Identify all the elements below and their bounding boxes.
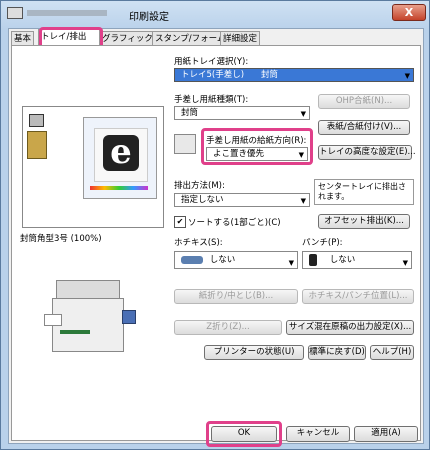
close-button[interactable]: X — [392, 4, 426, 21]
chevron-down-icon: ▼ — [300, 197, 306, 205]
apply-button[interactable]: 適用(A) — [354, 426, 418, 442]
output-tray-indicator — [122, 310, 136, 324]
output-method-select[interactable]: 指定しない ▼ — [174, 193, 310, 207]
staple-icon — [181, 255, 203, 264]
stacked-pages-icon — [27, 131, 47, 159]
bypass-type-select[interactable]: 封筒 ▼ — [174, 106, 310, 120]
staple-label: ホチキス(S): — [174, 238, 223, 248]
punch-icon — [309, 253, 317, 266]
printer-illustration — [36, 274, 136, 354]
tab-advanced[interactable]: 詳細設定 — [220, 31, 261, 45]
staple-select[interactable]: しない ▼ — [174, 251, 298, 269]
offset-output-button[interactable]: オフセット排出(K)... — [318, 214, 410, 229]
tray-output-panel: e 封筒角型3号 (100%) 用紙トレイ選択(Y): トレイ5(手差し) 封筒… — [11, 45, 421, 441]
staple-punch-position-button[interactable]: ホチキス/パンチ位置(L)... — [302, 289, 414, 304]
z-fold-button[interactable]: Z折り(Z)... — [174, 320, 282, 335]
envelope-preview: e — [83, 117, 157, 199]
cover-interleave-button[interactable]: 表紙/合紙付け(V)... — [318, 120, 410, 135]
paper-preview: e — [22, 106, 164, 228]
feed-direction-icon — [174, 134, 196, 154]
paper-info-label: 封筒角型3号 (100%) — [20, 234, 102, 244]
paper-tray-value: トレイ5(手差し) 封筒 — [181, 70, 279, 80]
paper-tray-select[interactable]: トレイ5(手差し) 封筒 ▼ — [174, 68, 414, 82]
fold-booklet-button[interactable]: 紙折り/中とじ(B)... — [174, 289, 298, 304]
output-method-value: 指定しない — [181, 195, 224, 205]
title-bar[interactable]: 印刷設定 X — [1, 1, 431, 27]
mixed-size-output-button[interactable]: サイズ混在原稿の出力設定(X)... — [286, 320, 414, 335]
ok-highlight — [206, 421, 282, 447]
tab-stamp-form[interactable]: スタンプ/フォーム — [152, 31, 229, 45]
ohp-interleave-button[interactable]: OHP合紙(N)... — [318, 94, 410, 109]
paper-tray-label: 用紙トレイ選択(Y): — [174, 57, 249, 67]
window-title: 印刷設定 — [129, 12, 169, 23]
help-button[interactable]: ヘルプ(H) — [370, 345, 414, 360]
collate-checkbox[interactable]: ✔ — [174, 216, 186, 228]
output-method-label: 排出方法(M): — [174, 181, 225, 191]
color-bar — [90, 186, 148, 190]
printer-name-redacted — [27, 10, 107, 16]
bypass-type-value: 封筒 — [181, 108, 199, 118]
bypass-type-label: 手差し用紙種類(T): — [174, 95, 249, 105]
punch-value: しない — [329, 255, 356, 265]
chevron-down-icon: ▼ — [300, 110, 306, 118]
dialog-client: 基本 トレイ/排出 グラフィックス スタンプ/フォーム 詳細設定 e 封筒角型3… — [8, 27, 424, 444]
input-tray-indicator — [60, 330, 90, 334]
output-info-box: センタートレイに排出されます。 — [314, 179, 414, 205]
cancel-button[interactable]: キャンセル — [286, 426, 350, 442]
staple-value: しない — [209, 255, 236, 265]
chevron-down-icon: ▼ — [404, 72, 410, 80]
paper-orientation-icon — [29, 114, 44, 127]
punch-label: パンチ(P): — [302, 238, 343, 248]
logo-letter: e — [103, 135, 139, 171]
feed-direction-highlight — [201, 128, 313, 165]
print-settings-window: 印刷設定 X 基本 トレイ/排出 グラフィックス スタンプ/フォーム 詳細設定 … — [0, 0, 430, 450]
punch-select[interactable]: しない ▼ — [302, 251, 412, 269]
printer-status-button[interactable]: プリンターの状態(U) — [204, 345, 304, 360]
tray-advanced-settings-button[interactable]: トレイの高度な設定(E)... — [318, 145, 416, 160]
chevron-down-icon: ▼ — [402, 259, 408, 267]
collate-label: ソートする(1部ごと)(C) — [188, 218, 281, 228]
printer-icon — [7, 7, 23, 19]
chevron-down-icon: ▼ — [288, 259, 294, 267]
tab-basic[interactable]: 基本 — [11, 31, 35, 45]
restore-defaults-button[interactable]: 標準に戻す(D) — [308, 345, 366, 360]
